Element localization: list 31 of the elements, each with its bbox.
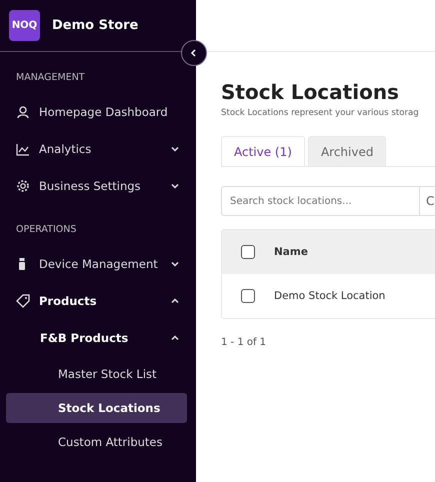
tab[interactable]: Archived — [308, 136, 386, 166]
nav-item[interactable]: Analytics — [0, 130, 196, 167]
chevron-up-icon — [170, 296, 180, 306]
section-heading: MANAGEMENT — [15, 71, 86, 85]
section-heading: OPERATIONS — [15, 223, 78, 237]
nav-item[interactable]: Custom Attributes — [6, 427, 187, 457]
line-chart-icon — [16, 142, 30, 156]
page-title: Stock Locations — [221, 80, 400, 104]
nav-item[interactable]: Device Management — [0, 245, 196, 282]
settings-icon — [16, 178, 30, 192]
nav-item[interactable]: Products — [0, 282, 196, 319]
column-header: Name — [274, 246, 308, 258]
nav-item[interactable]: Stock Locations — [6, 393, 187, 423]
tab[interactable]: Active (1) — [221, 136, 305, 166]
nav-item[interactable]: F&B Products — [0, 319, 196, 356]
checkbox[interactable] — [241, 289, 255, 303]
nav-item[interactable]: Master Stock List — [6, 359, 187, 389]
logo-icon: NOQ — [9, 10, 40, 41]
table-cell: Demo Stock Location — [274, 290, 386, 302]
search-field[interactable]: Search stock locations... — [221, 186, 420, 216]
chevron-left-icon — [190, 49, 198, 57]
person-icon — [16, 104, 30, 118]
tag-icon — [16, 294, 30, 308]
filter-button[interactable]: C — [420, 186, 435, 216]
chevron-up-icon — [170, 332, 180, 342]
page-description: Stock Locations represent your various storag — [221, 108, 420, 118]
nav-item[interactable]: Homepage Dashboard — [0, 93, 196, 130]
pagination-text: 1 - 1 of 1 — [221, 337, 268, 348]
store-name: Demo Store — [52, 18, 138, 33]
nav-item[interactable]: Business Settings — [0, 167, 196, 204]
checkbox[interactable] — [241, 245, 255, 259]
